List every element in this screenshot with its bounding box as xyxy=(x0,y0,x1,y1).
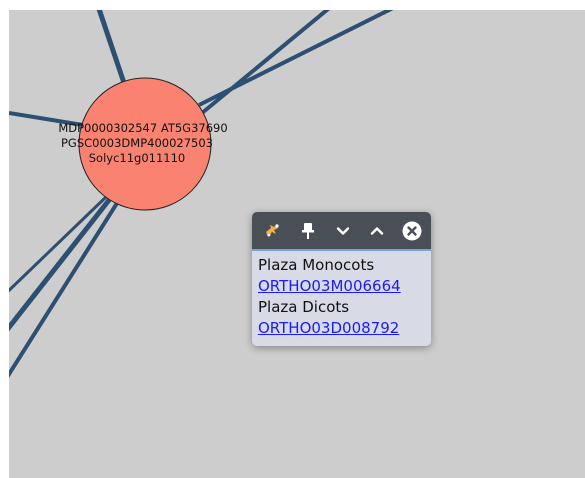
edge[interactable] xyxy=(9,195,108,300)
expand-icon xyxy=(266,223,279,237)
ortholog-link-dicots[interactable]: ORTHO03D008792 xyxy=(258,318,426,339)
popup-toolbar xyxy=(252,212,431,251)
edge[interactable] xyxy=(9,193,115,340)
source-label-dicots: Plaza Dicots xyxy=(258,298,350,316)
gene-node[interactable]: MDP0000302547 AT5G37690 PGSC0003DMP40002… xyxy=(58,77,228,211)
edge[interactable] xyxy=(200,10,339,115)
collapse-button[interactable] xyxy=(332,220,354,242)
close-icon xyxy=(402,221,422,240)
chevron-down-icon xyxy=(336,226,349,235)
expand-up-button[interactable] xyxy=(366,220,388,242)
popup-body: Plaza Monocots ORTHO03M006664 Plaza Dico… xyxy=(252,251,431,339)
pin-button[interactable] xyxy=(297,220,319,242)
node-label-line-1: MDP0000302547 AT5G37690 xyxy=(58,121,227,135)
close-button[interactable] xyxy=(401,220,423,242)
expand-button[interactable] xyxy=(262,220,284,242)
pin-icon xyxy=(301,222,314,239)
source-label-monocots: Plaza Monocots xyxy=(258,256,375,274)
ortholog-link-monocots[interactable]: ORTHO03M006664 xyxy=(258,276,426,297)
edge[interactable] xyxy=(96,10,127,84)
edge[interactable] xyxy=(9,198,121,390)
screen: MDP0000302547 AT5G37690 PGSC0003DMP40002… xyxy=(0,0,585,478)
node-label-line-2: PGSC0003DMP400027503 xyxy=(61,136,213,150)
chevron-up-icon xyxy=(371,226,384,235)
node-label-line-3: Solyc11g011110 xyxy=(89,151,186,165)
node-info-popup: Plaza Monocots ORTHO03M006664 Plaza Dico… xyxy=(252,212,431,346)
